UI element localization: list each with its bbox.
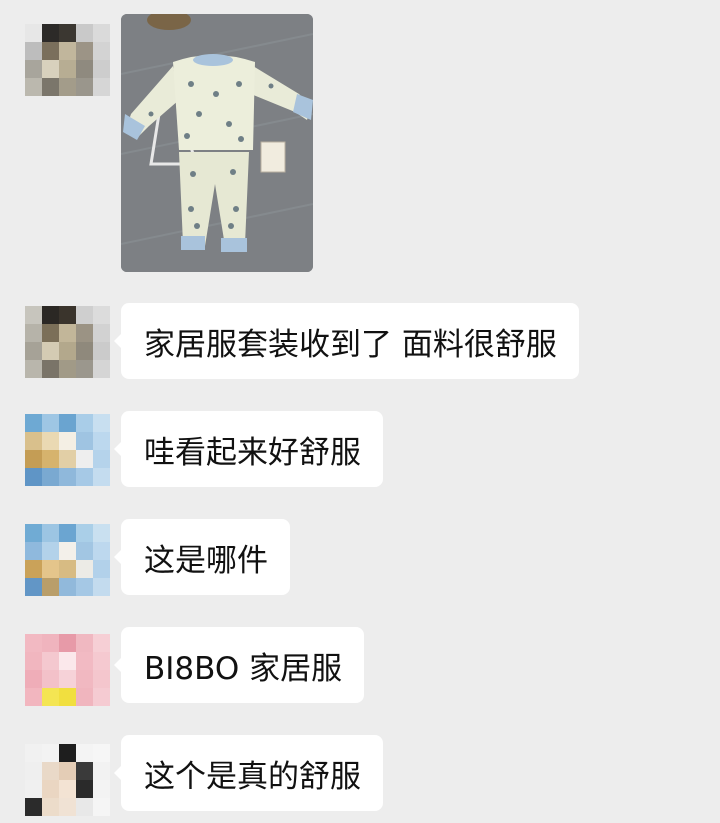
message-bubble[interactable]: 这个是真的舒服: [114, 735, 383, 811]
avatar[interactable]: [25, 524, 110, 596]
message-text: BI8BO 家居服: [144, 650, 343, 687]
message-text: 这是哪件: [144, 542, 268, 579]
pajama-photo[interactable]: [121, 14, 313, 272]
avatar[interactable]: [25, 634, 110, 706]
avatar[interactable]: [25, 414, 110, 486]
avatar[interactable]: [25, 24, 110, 96]
message-text: 这个是真的舒服: [144, 758, 361, 795]
avatar[interactable]: [25, 306, 110, 378]
message-bubble[interactable]: 这是哪件: [114, 519, 290, 595]
avatar[interactable]: [25, 744, 110, 816]
message-bubble[interactable]: BI8BO 家居服: [113, 627, 365, 703]
message-text: 哇看起来好舒服: [144, 434, 361, 471]
message-bubble[interactable]: 哇看起来好舒服: [114, 411, 383, 487]
message-bubble[interactable]: 家居服套装收到了 面料很舒服: [114, 303, 579, 379]
pajama-image: [121, 14, 313, 272]
message-text: 家居服套装收到了 面料很舒服: [144, 326, 557, 363]
